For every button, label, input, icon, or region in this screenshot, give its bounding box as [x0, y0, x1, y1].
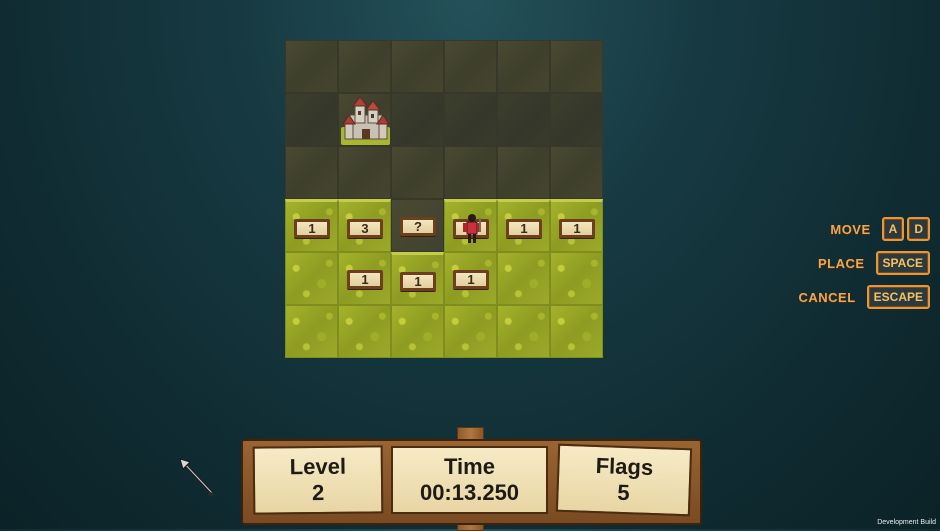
tile-revealed[interactable]: [497, 305, 550, 358]
move-control: MOVE A D: [760, 217, 930, 241]
tile-revealed[interactable]: 1: [285, 199, 338, 252]
tile-hidden[interactable]: [497, 146, 550, 199]
time-panel: Time 00:13.250: [391, 446, 548, 514]
tile-castle: [338, 93, 391, 146]
place-label: PLACE: [817, 255, 865, 271]
key-space: SPACE: [875, 251, 930, 275]
tile-revealed[interactable]: [285, 252, 338, 305]
level-label: Level: [289, 453, 347, 480]
tile-hero[interactable]: [444, 199, 497, 252]
tile-revealed[interactable]: 1: [550, 199, 603, 252]
tile-hidden[interactable]: [550, 93, 603, 146]
flags-panel: Flags 5: [555, 443, 693, 517]
tile-revealed[interactable]: 1: [338, 252, 391, 305]
key-escape: ESCAPE: [866, 285, 930, 309]
tile-hidden[interactable]: [338, 146, 391, 199]
tile-revealed[interactable]: [444, 305, 497, 358]
cancel-label: CANCEL: [798, 289, 856, 305]
tile-revealed[interactable]: [285, 305, 338, 358]
controls-legend: MOVE A D PLACE SPACE CANCEL ESCAPE: [760, 217, 930, 320]
tile-revealed[interactable]: 1: [444, 252, 497, 305]
number-plank: 3: [347, 219, 383, 238]
number-plank: 1: [453, 270, 489, 289]
tile-revealed[interactable]: 3: [338, 199, 391, 252]
tile-revealed[interactable]: [550, 252, 603, 305]
question-plank: ?: [400, 217, 436, 236]
level-value: 2: [311, 479, 325, 506]
tile-hidden[interactable]: [391, 93, 444, 146]
tile-hidden[interactable]: [550, 40, 603, 93]
level-panel: Level 2: [252, 445, 384, 515]
tile-revealed[interactable]: [338, 305, 391, 358]
knight-icon: [463, 214, 481, 243]
number-plank: 1: [294, 219, 330, 238]
tile-revealed[interactable]: [497, 252, 550, 305]
tile-hidden[interactable]: [285, 40, 338, 93]
tile-hidden[interactable]: [285, 93, 338, 146]
time-value: 00:13.250: [419, 480, 520, 505]
castle-icon: [341, 95, 390, 139]
dev-build-label: Development Build: [877, 519, 936, 526]
tile-hidden[interactable]: [550, 146, 603, 199]
tile-hidden[interactable]: [444, 93, 497, 146]
tile-question[interactable]: ?: [391, 199, 444, 252]
game-board: 1 3 ? 1 1 1 1 1: [285, 40, 603, 358]
time-label: Time: [444, 454, 495, 479]
tile-revealed[interactable]: [550, 305, 603, 358]
tile-hidden[interactable]: [391, 146, 444, 199]
cancel-control: CANCEL ESCAPE: [760, 285, 930, 309]
number-plank: 1: [506, 219, 542, 238]
flags-value: 5: [617, 479, 631, 506]
move-label: MOVE: [830, 221, 871, 237]
place-control: PLACE SPACE: [760, 251, 930, 275]
flags-label: Flags: [595, 453, 654, 481]
key-a: A: [881, 217, 905, 241]
key-d: D: [907, 217, 930, 241]
number-plank: 1: [347, 270, 383, 289]
tile-revealed[interactable]: 1: [497, 199, 550, 252]
number-plank: 1: [559, 219, 595, 238]
tile-hidden[interactable]: [444, 40, 497, 93]
tile-revealed[interactable]: [391, 305, 444, 358]
tile-hidden[interactable]: [497, 93, 550, 146]
tile-hidden[interactable]: [444, 146, 497, 199]
tile-hidden[interactable]: [285, 146, 338, 199]
tile-hidden[interactable]: [391, 40, 444, 93]
tile-hidden[interactable]: [497, 40, 550, 93]
arrow-cursor-icon: [179, 458, 216, 497]
number-plank: 1: [400, 272, 436, 291]
tile-revealed[interactable]: 1: [391, 252, 444, 305]
tile-hidden[interactable]: [338, 40, 391, 93]
